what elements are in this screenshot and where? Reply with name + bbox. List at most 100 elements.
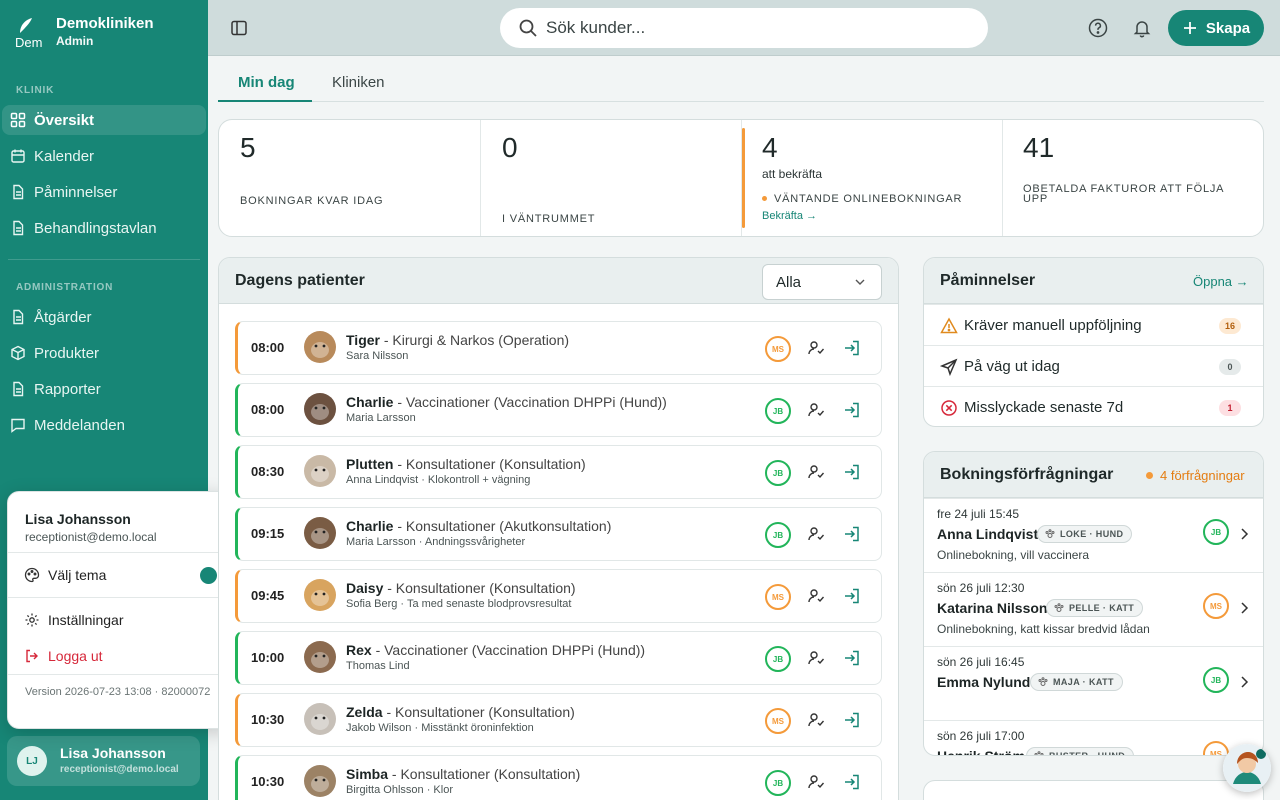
nav-item-kalender[interactable]: Kalender (2, 141, 206, 171)
assign-user-icon[interactable] (807, 711, 825, 729)
nav-item-rapporter[interactable]: Rapporter (2, 374, 206, 404)
tab-min-dag[interactable]: Min dag (238, 74, 295, 91)
customer-name: Emma Nylund (937, 674, 1031, 690)
pet-avatar (304, 455, 336, 487)
document-icon (13, 220, 24, 236)
booking-request-row[interactable]: sön 26 juli 16:45 Emma Nylund MAJA · KATT J… (924, 646, 1263, 720)
count-badge: 1 (1219, 400, 1241, 416)
message-icon (11, 418, 25, 433)
patient-row[interactable]: 09:45 Daisy - Konsultationer (Konsultatio… (235, 569, 882, 623)
check-in-icon[interactable] (843, 401, 861, 419)
check-in-icon[interactable] (843, 463, 861, 481)
staff-badge[interactable]: MS (765, 708, 791, 734)
search-input[interactable]: Sök kunder... (500, 8, 988, 48)
search-placeholder: Sök kunder... (546, 18, 646, 37)
select-value: Alla (776, 273, 802, 291)
theme-color-swatch[interactable] (200, 567, 217, 584)
check-in-icon[interactable] (843, 773, 861, 791)
create-button[interactable]: Skapa (1168, 10, 1264, 46)
confirm-link[interactable]: Bekräfta → (762, 210, 817, 222)
user-card[interactable]: LJ Lisa Johansson receptionist@demo.loca… (7, 736, 200, 786)
stat-value: 4 (762, 132, 778, 163)
chevron-down-icon (855, 279, 865, 285)
staff-badge[interactable]: JB (765, 770, 791, 796)
assign-user-icon[interactable] (807, 525, 825, 543)
check-in-icon[interactable] (843, 339, 861, 357)
create-label: Skapa (1205, 19, 1251, 37)
appointment-time: 09:45 (251, 588, 285, 603)
check-in-icon[interactable] (843, 525, 861, 543)
assistant-avatar[interactable] (1223, 744, 1271, 792)
booking-date: sön 26 juli 16:45 (937, 655, 1025, 669)
menu-item-label: Logga ut (48, 648, 103, 664)
pet-name: Plutten (346, 456, 394, 472)
patient-row[interactable]: 10:00 Rex - Vaccinationer (Vaccination DH… (235, 631, 882, 685)
assign-user-icon[interactable] (807, 339, 825, 357)
pet-avatar (304, 517, 336, 549)
sidebar-toggle-icon[interactable] (230, 19, 248, 37)
version-text: Version 2026-07-23 13:08 · 82000072 (25, 686, 211, 698)
chevron-right-icon[interactable] (1239, 601, 1249, 615)
stat-value: 41 (1023, 132, 1055, 163)
booking-request-row[interactable]: fre 24 juli 15:45 Anna Lindqvist LOKE · HU… (924, 498, 1263, 572)
menu-item-settings[interactable]: Inställningar (24, 610, 124, 630)
stat-value: 5 (240, 132, 256, 163)
stat-value: 0 (502, 132, 518, 163)
assign-user-icon[interactable] (807, 463, 825, 481)
count-badge: 16 (1219, 318, 1241, 334)
check-in-icon[interactable] (843, 587, 861, 605)
staff-badge[interactable]: JB (765, 646, 791, 672)
tab-kliniken[interactable]: Kliniken (332, 74, 385, 91)
check-in-icon[interactable] (843, 649, 861, 667)
help-icon[interactable] (1088, 18, 1108, 38)
staff-badge[interactable]: JB (765, 522, 791, 548)
bell-icon[interactable] (1132, 18, 1152, 38)
assign-user-icon[interactable] (807, 773, 825, 791)
booking-description: Onlinebokning, vill vaccinera (937, 548, 1090, 562)
assign-user-icon[interactable] (807, 649, 825, 667)
patient-row[interactable]: 08:00 Charlie - Vaccinationer (Vaccinatio… (235, 383, 882, 437)
user-name: Lisa Johansson (60, 745, 166, 761)
clinic-name[interactable]: Demokliniken (56, 15, 154, 32)
pet-avatar (304, 393, 336, 425)
reminder-item[interactable]: Kräver manuell uppföljning 16 (924, 304, 1263, 345)
patient-filter-select[interactable]: Alla (762, 264, 882, 300)
patient-row[interactable]: 09:15 Charlie - Konsultationer (Akutkonsu… (235, 507, 882, 561)
service-name: - Konsultationer (Konsultation) (382, 704, 575, 720)
user-email: receptionist@demo.local (60, 764, 179, 775)
patient-row[interactable]: 10:30 Simba - Konsultationer (Konsultatio… (235, 755, 882, 800)
booking-request-row[interactable]: sön 26 juli 12:30 Katarina Nilsson PELLE ·… (924, 572, 1263, 646)
pet-avatar (304, 703, 336, 735)
patient-row[interactable]: 08:30 Plutten - Konsultationer (Konsultat… (235, 445, 882, 499)
booking-description: Onlinebokning, katt kissar bredvid lådan (937, 622, 1150, 636)
owner-info: Sofia Berg · Ta med senaste blodprovsres… (346, 598, 572, 610)
booking-request-row[interactable]: sön 26 juli 17:00 Henrik Ström BUSTER · HU… (924, 720, 1263, 755)
next-panel-partial (923, 780, 1264, 800)
nav-item-behandlingstavlan[interactable]: Behandlingstavlan (2, 213, 206, 243)
clinic-logo[interactable]: Dem (14, 15, 48, 49)
menu-item-logout[interactable]: Logga ut (24, 646, 103, 666)
staff-badge[interactable]: MS (765, 584, 791, 610)
request-count: 4 förfrågningar (1160, 468, 1245, 483)
chevron-right-icon[interactable] (1239, 527, 1249, 541)
nav-item-paminnelser[interactable]: Påminnelser (2, 177, 206, 207)
chevron-right-icon[interactable] (1239, 675, 1249, 689)
pet-name: Tiger (346, 332, 380, 348)
check-in-icon[interactable] (843, 711, 861, 729)
patient-row[interactable]: 10:30 Zelda - Konsultationer (Konsultatio… (235, 693, 882, 747)
reminder-item[interactable]: Misslyckade senaste 7d 1 (924, 386, 1263, 426)
open-reminders-link[interactable]: Öppna → (1193, 274, 1249, 289)
menu-item-theme[interactable]: Välj tema (24, 565, 106, 585)
nav-item-produkter[interactable]: Produkter (2, 338, 206, 368)
nav-item-atgarder[interactable]: Åtgärder (2, 302, 206, 332)
staff-badge[interactable]: JB (765, 460, 791, 486)
nav-item-oversikt[interactable]: Översikt (2, 105, 206, 135)
staff-badge[interactable]: JB (765, 398, 791, 424)
assign-user-icon[interactable] (807, 587, 825, 605)
assign-user-icon[interactable] (807, 401, 825, 419)
nav-item-meddelanden[interactable]: Meddelanden (2, 410, 206, 440)
reminder-label: Kräver manuell uppföljning (964, 317, 1142, 334)
staff-badge[interactable]: MS (765, 336, 791, 362)
patient-row[interactable]: 08:00 Tiger - Kirurgi & Narkos (Operation… (235, 321, 882, 375)
reminder-item[interactable]: På väg ut idag 0 (924, 345, 1263, 386)
